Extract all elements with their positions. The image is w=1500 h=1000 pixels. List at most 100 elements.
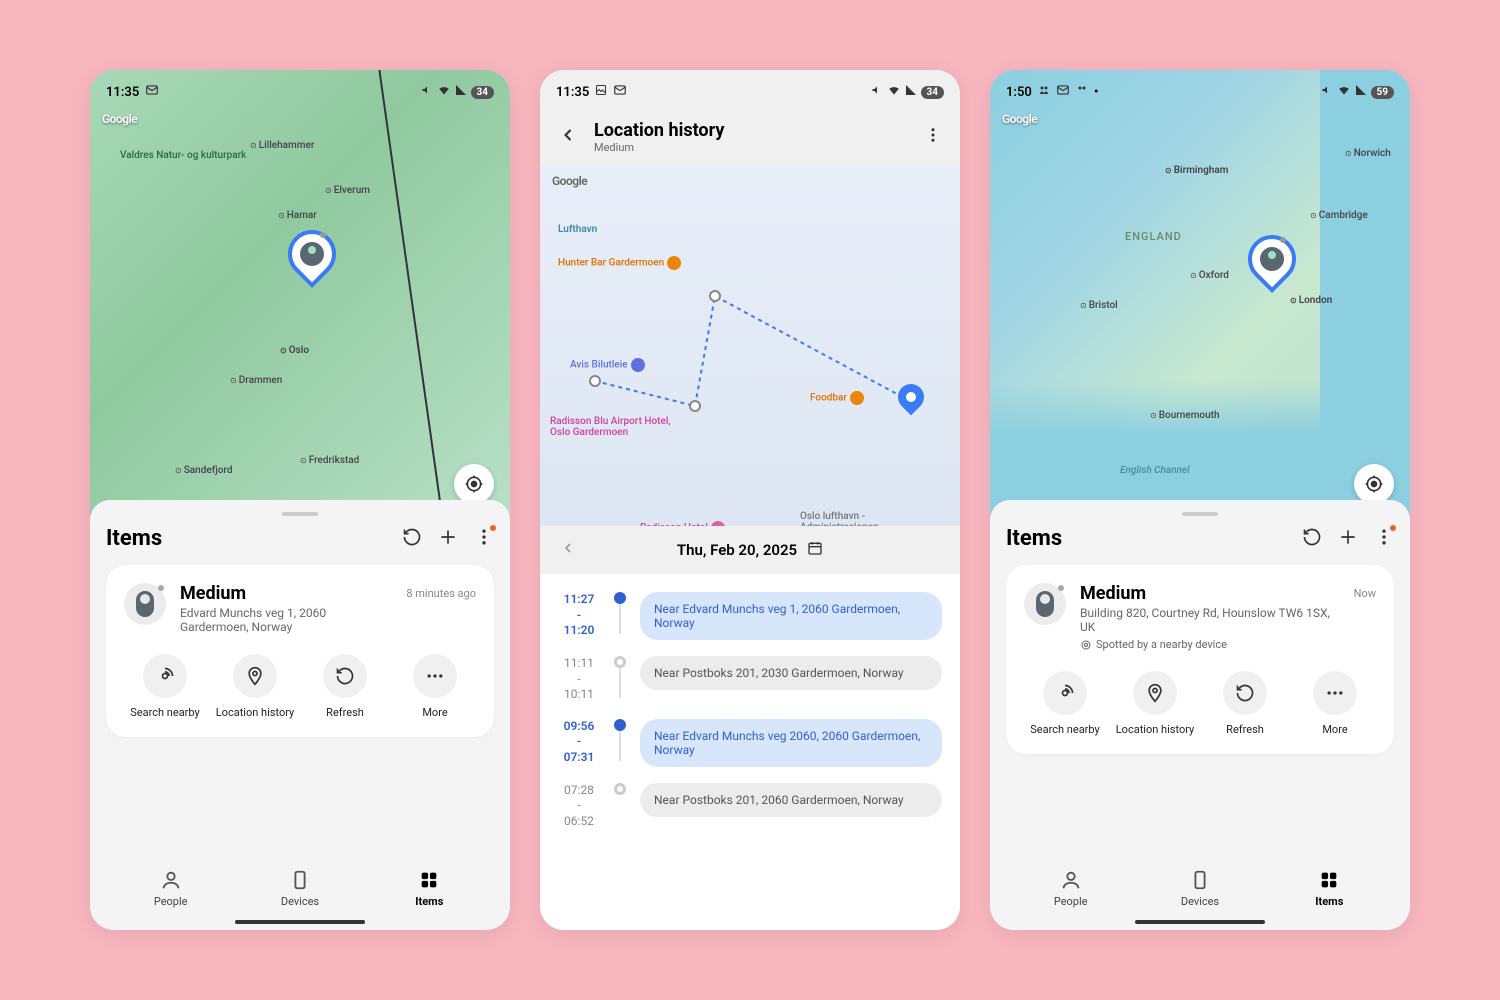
map-label-london: London <box>1290 295 1332 306</box>
signal-icon <box>455 84 467 100</box>
nav-items[interactable]: Items <box>365 869 494 908</box>
gmail-icon <box>1056 83 1070 101</box>
search-nearby-button[interactable]: Search nearby <box>124 654 206 719</box>
map[interactable]: Google Valdres Natur- og kulturpark Lill… <box>90 70 510 520</box>
item-name: Medium <box>1080 583 1340 604</box>
gmail-icon <box>613 83 627 101</box>
history-map[interactable]: Google Lufthavn Hunter Bar Gardermoen Av… <box>540 166 960 526</box>
phone-screen-1: 11:35 34 Google Valdres Natur- og kultur… <box>90 70 510 930</box>
status-bar: 11:35 34 <box>540 76 960 108</box>
map-label-cambridge: Cambridge <box>1310 210 1368 221</box>
item-time: 8 minutes ago <box>406 587 476 600</box>
teams-icon <box>1038 84 1050 100</box>
location-history-button[interactable]: Location history <box>1114 671 1196 736</box>
date-label: Thu, Feb 20, 2025 <box>677 541 797 559</box>
map-label-bournemouth: Bournemouth <box>1150 410 1220 421</box>
map-label-channel: English Channel <box>1120 465 1190 476</box>
refresh-icon[interactable] <box>1302 527 1322 551</box>
map-label-fredrikstad: Fredrikstad <box>300 455 359 466</box>
history-entry[interactable]: 07:28-06:52 Near Postboks 201, 2060 Gard… <box>558 775 942 838</box>
map[interactable]: Google Birmingham Norwich Cambridge ENGL… <box>990 70 1410 520</box>
wifi-icon <box>887 83 901 101</box>
more-icon[interactable] <box>1374 527 1394 551</box>
country-border <box>378 70 443 520</box>
bottom-nav: People Devices Items <box>1006 855 1394 916</box>
add-icon[interactable] <box>438 527 458 551</box>
header-subtitle: Medium <box>594 141 908 154</box>
clock: 11:35 <box>106 85 139 100</box>
wifi-icon <box>437 83 451 101</box>
nav-people[interactable]: People <box>106 869 235 908</box>
home-indicator[interactable] <box>235 920 365 924</box>
clock: 1:50 <box>1006 85 1032 100</box>
dot-icon: • <box>1094 85 1099 100</box>
locate-button[interactable] <box>454 464 494 504</box>
home-indicator[interactable] <box>1135 920 1265 924</box>
items-sheet: Items Medium Edvard Munchs veg 1, 2060 G… <box>90 500 510 930</box>
battery: 34 <box>921 86 944 99</box>
calendar-icon[interactable] <box>807 540 823 560</box>
more-button[interactable]: More <box>1294 671 1376 736</box>
nav-devices[interactable]: Devices <box>1135 869 1264 908</box>
map-label-birmingham: Birmingham <box>1165 165 1228 176</box>
nav-items[interactable]: Items <box>1265 869 1394 908</box>
items-sheet: Items Medium Building 820, Courtney Rd, … <box>990 500 1410 930</box>
refresh-icon[interactable] <box>402 527 422 551</box>
history-entry[interactable]: 11:27-11:20 Near Edvard Munchs veg 1, 20… <box>558 584 942 648</box>
wifi-icon <box>1337 83 1351 101</box>
date-selector[interactable]: Thu, Feb 20, 2025 <box>540 526 960 574</box>
history-list: 11:27-11:20 Near Edvard Munchs veg 1, 20… <box>540 574 960 930</box>
map-label-england: ENGLAND <box>1125 230 1182 243</box>
sheet-handle[interactable] <box>282 512 318 516</box>
clock: 11:35 <box>556 85 589 100</box>
item-card[interactable]: Medium Edvard Munchs veg 1, 2060 Garderm… <box>106 565 494 737</box>
search-nearby-button[interactable]: Search nearby <box>1024 671 1106 736</box>
route-path <box>540 166 960 526</box>
tracker-avatar <box>124 583 166 625</box>
item-card[interactable]: Medium Building 820, Courtney Rd, Hounsl… <box>1006 565 1394 754</box>
mute-icon <box>1321 84 1333 100</box>
phone-screen-3: 1:50 • 59 Google Birmingham Norwich Camb… <box>990 70 1410 930</box>
mute-icon <box>421 84 433 100</box>
status-bar: 1:50 • 59 <box>990 76 1410 108</box>
map-label-oslo: Oslo <box>280 345 309 356</box>
history-entry[interactable]: 11:11-10:11 Near Postboks 201, 2030 Gard… <box>558 648 942 711</box>
nav-devices[interactable]: Devices <box>235 869 364 908</box>
more-icon[interactable] <box>474 527 494 551</box>
map-label-elverum: Elverum <box>325 185 370 196</box>
more-icon[interactable] <box>924 126 942 148</box>
map-label-park: Valdres Natur- og kulturpark <box>120 150 246 161</box>
map-label-sandefjord: Sandefjord <box>175 465 233 476</box>
back-icon[interactable] <box>558 125 578 149</box>
item-address: Building 820, Courtney Rd, Hounslow TW6 … <box>1080 606 1340 634</box>
map-label-lillehammer: Lillehammer <box>250 140 314 151</box>
add-icon[interactable] <box>1338 527 1358 551</box>
map-label-oxford: Oxford <box>1190 270 1229 281</box>
refresh-button[interactable]: Refresh <box>1204 671 1286 736</box>
sheet-title: Items <box>106 526 162 551</box>
locate-button[interactable] <box>1354 464 1394 504</box>
item-address: Edvard Munchs veg 1, 2060 Gardermoen, No… <box>180 606 392 634</box>
more-button[interactable]: More <box>394 654 476 719</box>
location-history-button[interactable]: Location history <box>214 654 296 719</box>
nav-people[interactable]: People <box>1006 869 1135 908</box>
tracker-pin[interactable] <box>1248 235 1296 291</box>
battery: 59 <box>1371 86 1394 99</box>
refresh-button[interactable]: Refresh <box>304 654 386 719</box>
sheet-handle[interactable] <box>1182 512 1218 516</box>
item-time: Now <box>1354 587 1376 600</box>
header-title: Location history <box>594 120 908 141</box>
battery: 34 <box>471 86 494 99</box>
map-label-drammen: Drammen <box>230 375 282 386</box>
item-name: Medium <box>180 583 392 604</box>
map-label-hamar: Hamar <box>278 210 317 221</box>
status-bar: 11:35 34 <box>90 76 510 108</box>
mute-icon <box>871 84 883 100</box>
signal-icon <box>1355 84 1367 100</box>
tracker-pin[interactable] <box>288 230 336 286</box>
prev-day-icon[interactable] <box>560 540 576 560</box>
history-entry[interactable]: 09:56-07:31 Near Edvard Munchs veg 2060,… <box>558 711 942 775</box>
sheet-title: Items <box>1006 526 1062 551</box>
signal-icon <box>905 84 917 100</box>
teams-icon <box>1076 84 1088 100</box>
